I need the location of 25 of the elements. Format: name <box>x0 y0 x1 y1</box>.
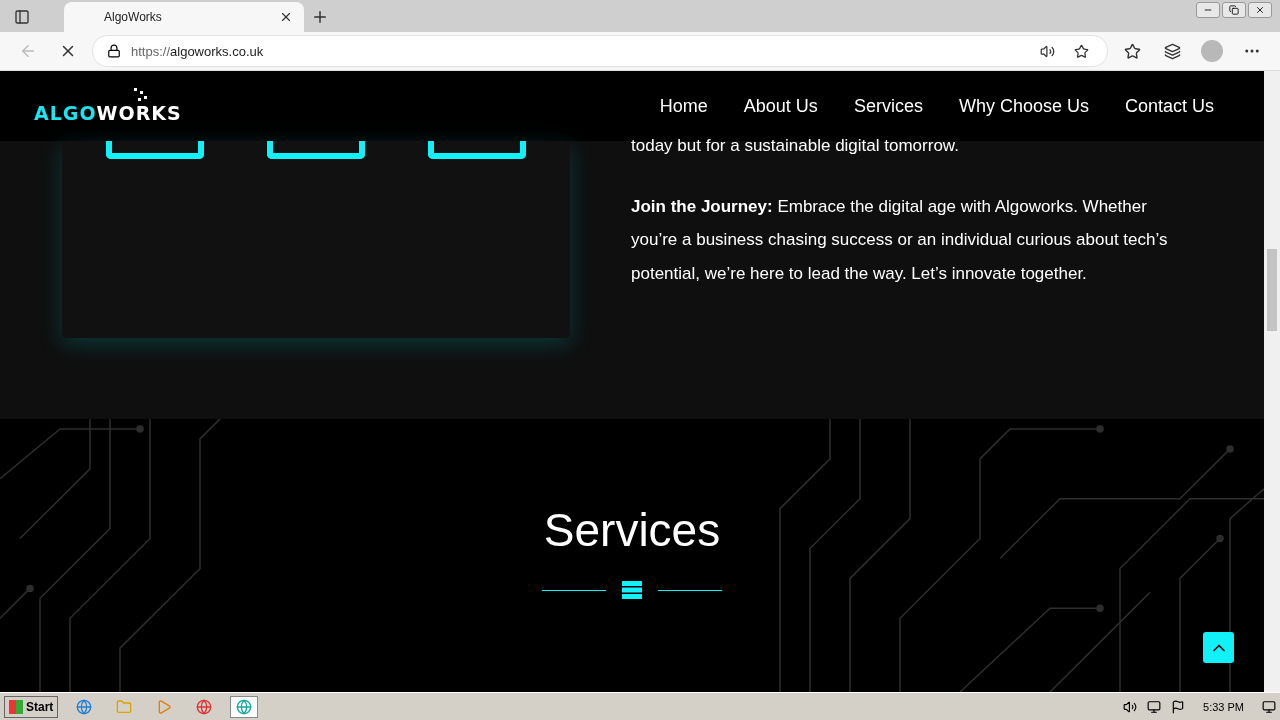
paragraph: today but for a sustainable digital tomorrow. <box>631 135 960 157</box>
restore-icon[interactable] <box>1222 2 1246 18</box>
server-icon <box>622 581 642 599</box>
logo[interactable]: ALGOWORKS <box>34 88 182 124</box>
nav-link[interactable]: Home <box>659 95 708 117</box>
volume-icon[interactable] <box>1123 699 1138 714</box>
desktop-icon[interactable] <box>1262 699 1276 714</box>
address-bar[interactable]: https://algoworks.co.uk <box>92 35 1108 67</box>
tab-title: AlgoWorks <box>104 10 162 24</box>
start-button[interactable]: Start <box>4 695 59 718</box>
close-icon[interactable] <box>1248 2 1272 18</box>
url-text: https://algoworks.co.uk <box>131 43 265 59</box>
section-title: Services <box>543 503 721 557</box>
nav-link[interactable]: Why Choose Us <box>958 95 1089 117</box>
scroll-top-button[interactable] <box>1203 632 1234 663</box>
paragraph: Join the Journey: Embrace the digital age with Algoworks. Whether you’re a business chasing success or an individual curious about tech’s potential, we’re here to lead the way. Let’s innovate together. <box>631 195 1169 285</box>
lock-icon <box>107 44 121 58</box>
scrollbar[interactable] <box>1264 71 1280 692</box>
nav-link[interactable]: Contact Us <box>1124 95 1214 117</box>
browser-tab[interactable]: AlgoWorks <box>64 2 304 32</box>
flag-icon[interactable] <box>1171 699 1186 714</box>
dots-icon <box>134 88 148 102</box>
nav-link[interactable]: Services <box>853 95 923 117</box>
clock: 5:33 PM <box>1203 700 1244 713</box>
nav-link[interactable]: About Us <box>743 95 818 117</box>
